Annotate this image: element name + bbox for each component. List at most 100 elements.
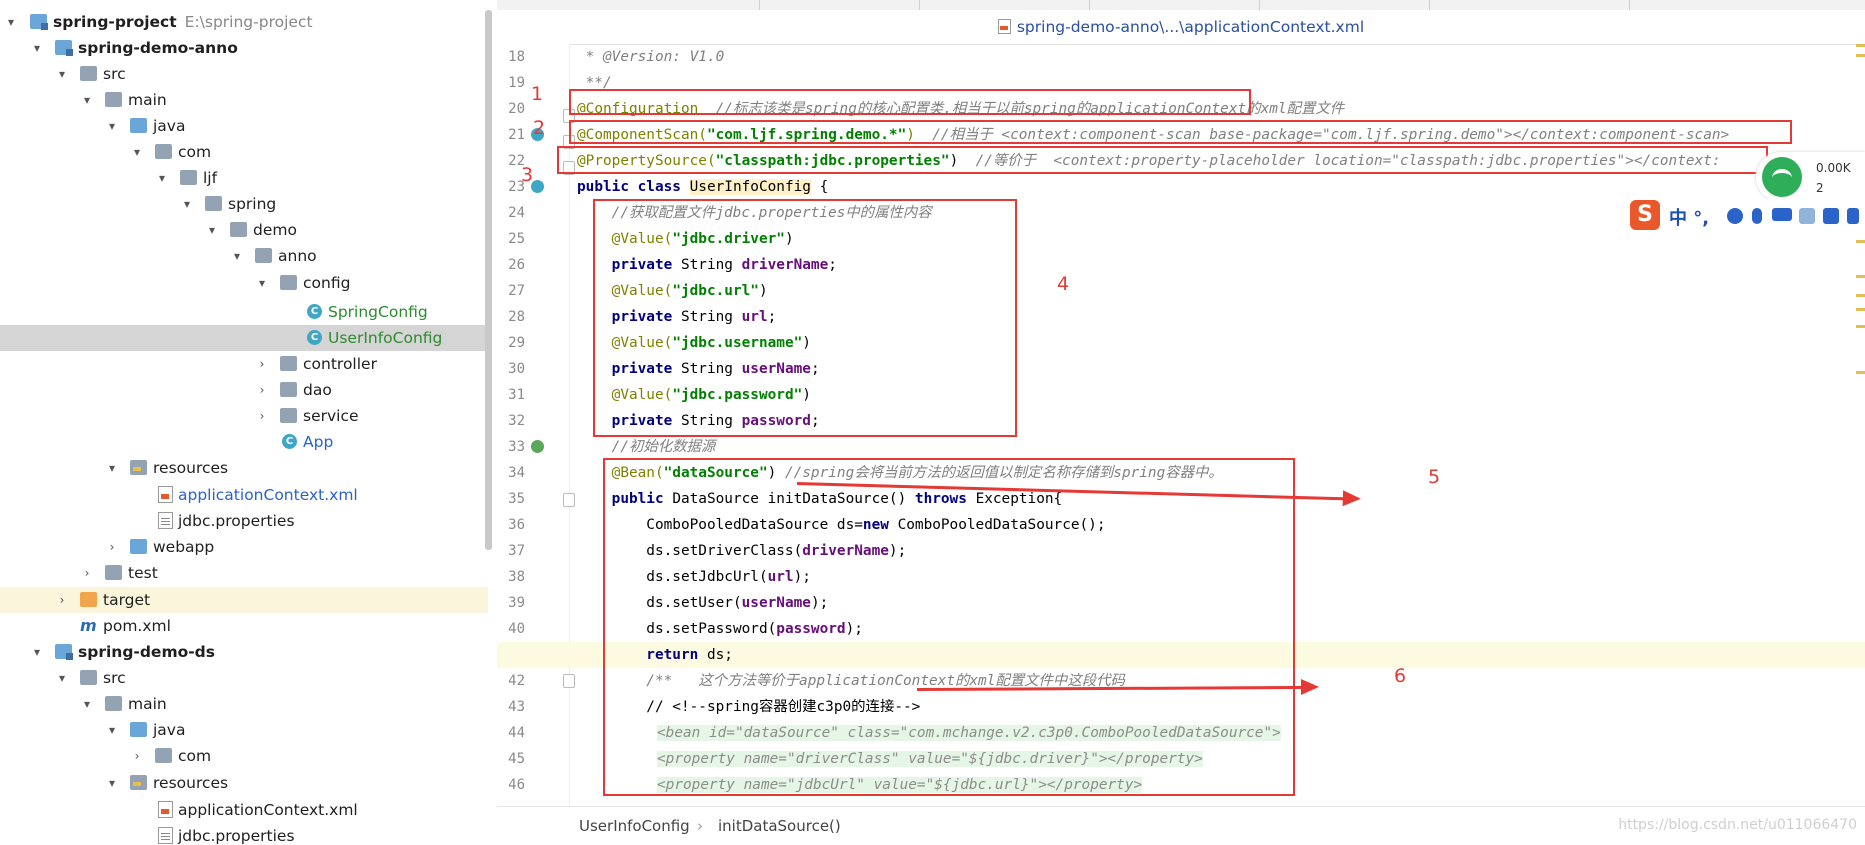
editor-tab[interactable] [1259, 0, 1430, 10]
tree-item-label: controller [303, 355, 377, 373]
tree-item-src[interactable]: ▾ src [0, 61, 488, 87]
annotation-box-5 [603, 458, 1295, 796]
breadcrumb-method[interactable]: initDataSource() [718, 817, 841, 835]
tree-item-app[interactable]: C App [0, 429, 488, 455]
tree-item-service[interactable]: › service [0, 403, 488, 429]
chevron-down-icon[interactable]: ▾ [55, 61, 69, 87]
stripe-mark[interactable] [1856, 294, 1865, 297]
tree-item-jdbc-properties[interactable]: jdbc.properties [0, 508, 488, 534]
fold-marker-icon[interactable] [563, 674, 575, 688]
chevron-down-icon[interactable]: ▾ [155, 165, 169, 191]
chevron-down-icon[interactable]: ▾ [80, 87, 94, 113]
folder-icon [80, 670, 97, 685]
microphone-icon[interactable] [1752, 208, 1762, 224]
sogou-logo-icon[interactable]: S [1630, 200, 1660, 230]
tree-item-spring-demo-ds[interactable]: ▾ spring-demo-ds [0, 639, 488, 665]
tree-item-applicationcontext-xml[interactable]: applicationContext.xml [0, 797, 488, 823]
tree-item-main[interactable]: ▾ main [0, 691, 488, 717]
tree-item-com[interactable]: ▾ com [0, 139, 488, 165]
tree-item-controller[interactable]: › controller [0, 351, 488, 377]
chevron-right-icon[interactable]: › [55, 587, 69, 613]
chevron-right-icon[interactable]: › [80, 560, 94, 586]
line-number: 36 [508, 517, 525, 533]
chevron-down-icon[interactable]: ▾ [105, 113, 119, 139]
stripe-mark[interactable] [1856, 240, 1865, 243]
tree-item-applicationcontext-xml[interactable]: applicationContext.xml [0, 482, 488, 508]
bean-gutter-icon[interactable] [531, 440, 544, 453]
resources-folder-icon [130, 775, 147, 790]
user-icon[interactable] [1799, 208, 1815, 224]
tree-item-src[interactable]: ▾ src [0, 665, 488, 691]
tree-item-spring[interactable]: ▾ spring [0, 191, 488, 217]
tree-item-spring-demo-anno[interactable]: ▾ spring-demo-anno [0, 35, 488, 61]
tree-scrollbar[interactable] [485, 10, 492, 550]
tree-item-main[interactable]: ▾ main [0, 87, 488, 113]
chevron-down-icon[interactable]: ▾ [255, 270, 269, 296]
tree-item-dao[interactable]: › dao [0, 377, 488, 403]
chevron-down-icon[interactable]: ▾ [4, 9, 18, 35]
tree-item-anno[interactable]: ▾ anno [0, 243, 488, 269]
tree-item-test[interactable]: › test [0, 560, 488, 586]
editor-tab[interactable] [759, 0, 920, 10]
editor-tab[interactable] [1429, 0, 1630, 10]
chevron-down-icon[interactable]: ▾ [55, 665, 69, 691]
stripe-mark[interactable] [1856, 325, 1865, 328]
chevron-down-icon[interactable]: ▾ [230, 243, 244, 269]
tree-item-com[interactable]: › com [0, 743, 488, 769]
tree-item-pom-xml[interactable]: m pom.xml [0, 613, 488, 639]
chevron-right-icon[interactable]: › [255, 377, 269, 403]
chevron-down-icon[interactable]: ▾ [130, 139, 144, 165]
stripe-mark[interactable] [1856, 275, 1865, 278]
stripe-mark[interactable] [1856, 308, 1865, 311]
fold-marker-icon[interactable] [563, 493, 575, 507]
chevron-down-icon[interactable]: ▾ [105, 455, 119, 481]
chevron-down-icon[interactable]: ▾ [105, 717, 119, 743]
tree-item-ljf[interactable]: ▾ ljf [0, 165, 488, 191]
grid-icon[interactable] [1847, 208, 1859, 224]
tree-item-java[interactable]: ▾ java [0, 113, 488, 139]
chevron-down-icon[interactable]: ▾ [205, 217, 219, 243]
stripe-mark[interactable] [1856, 371, 1865, 374]
line-number: 33 [508, 439, 525, 455]
chevron-down-icon[interactable]: ▾ [105, 770, 119, 796]
annotation-number: 5 [1428, 466, 1441, 488]
chevron-right-icon[interactable]: › [255, 403, 269, 429]
chevron-down-icon[interactable]: ▾ [180, 191, 194, 217]
shirt-icon[interactable] [1823, 208, 1839, 224]
tree-item-webapp[interactable]: › webapp [0, 534, 488, 560]
tree-item-springconfig[interactable]: C SpringConfig [0, 299, 488, 325]
line-number: 29 [508, 335, 525, 351]
tree-item-label: SpringConfig [328, 303, 428, 321]
keyboard-icon[interactable] [1772, 208, 1792, 221]
tree-item-jdbc-properties[interactable]: jdbc.properties [0, 823, 488, 845]
tree-item-java[interactable]: ▾ java [0, 717, 488, 743]
tree-item-target[interactable]: › target [0, 587, 488, 613]
chevron-right-icon[interactable]: › [105, 534, 119, 560]
code-editor[interactable]: spring-demo-anno\...\applicationContext.… [497, 0, 1865, 845]
chevron-down-icon[interactable]: ▾ [30, 35, 44, 61]
tree-item-userinfoconfig[interactable]: C UserInfoConfig [0, 325, 488, 351]
editor-tab[interactable] [919, 0, 1090, 10]
chevron-right-icon[interactable]: › [255, 351, 269, 377]
tree-item-resources[interactable]: ▾ resources [0, 770, 488, 796]
tree-item-label: jdbc.properties [178, 827, 295, 845]
stripe-mark[interactable] [1856, 54, 1865, 57]
breadcrumb: UserInfoConfig › initDataSource() https:… [497, 806, 1865, 845]
stripe-mark[interactable] [1856, 44, 1865, 47]
tree-item-spring-project[interactable]: ▾ spring-project E:\spring-project [0, 9, 488, 35]
annotation-number: 2 [533, 117, 546, 139]
tree-item-resources[interactable]: ▾ resources [0, 455, 488, 481]
emoji-icon[interactable] [1727, 208, 1743, 224]
module-icon [30, 14, 48, 30]
tree-item-config[interactable]: ▾ config [0, 270, 488, 296]
breadcrumb-class[interactable]: UserInfoConfig [579, 817, 690, 835]
network-widget[interactable]: 0.00K 2 [1756, 152, 1865, 202]
editor-tab[interactable] [1089, 0, 1260, 10]
ime-mode-label[interactable]: 中 °, [1669, 204, 1709, 230]
editor-file-title: spring-demo-anno\...\applicationContext.… [497, 10, 1865, 45]
chevron-right-icon[interactable]: › [130, 743, 144, 769]
chevron-down-icon[interactable]: ▾ [30, 639, 44, 665]
ime-toolbar[interactable]: S 中 °, [1627, 199, 1865, 234]
chevron-down-icon[interactable]: ▾ [80, 691, 94, 717]
tree-item-demo[interactable]: ▾ demo [0, 217, 488, 243]
